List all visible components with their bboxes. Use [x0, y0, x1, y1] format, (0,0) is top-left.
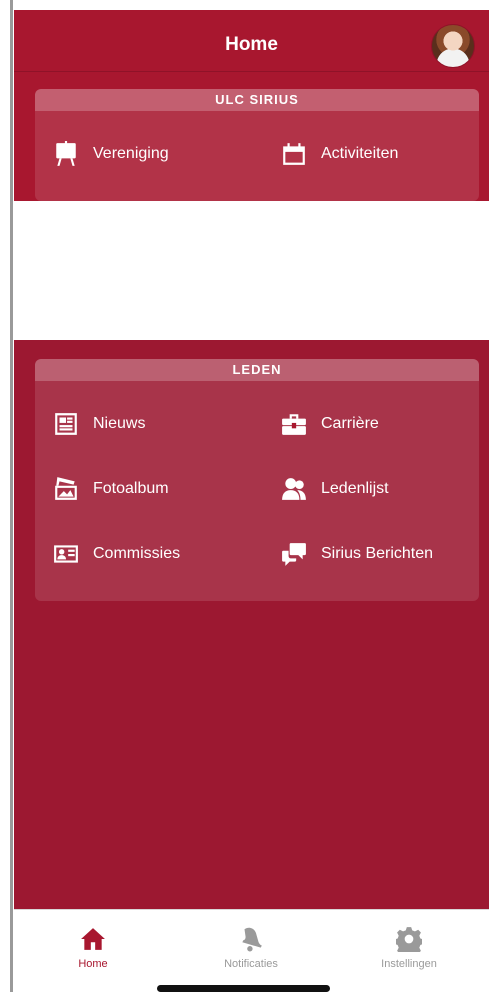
menu-item-nieuws[interactable]: Nieuws	[51, 409, 145, 439]
section-leden: LEDEN Nieuws Carrière Fotoalbum Ledenlij…	[35, 359, 479, 601]
menu-item-fotoalbum[interactable]: Fotoalbum	[51, 474, 169, 504]
chat-bubbles-icon	[279, 539, 309, 569]
menu-item-commissies[interactable]: Commissies	[51, 539, 180, 569]
avatar[interactable]	[431, 24, 475, 68]
banner-area	[14, 201, 489, 340]
window-edge	[0, 0, 13, 992]
home-icon	[81, 928, 105, 950]
tab-label: Instellingen	[381, 958, 437, 970]
menu-item-label: Activiteiten	[321, 145, 399, 162]
menu-item-label: Vereniging	[93, 145, 169, 162]
section-title: LEDEN	[35, 359, 479, 381]
menu-item-label: Commissies	[93, 545, 181, 562]
navigation-bar: Home	[14, 10, 489, 72]
home-indicator	[157, 985, 330, 992]
menu-item-sirius-berichten[interactable]: Sirius Berichten	[279, 539, 433, 569]
briefcase-icon	[279, 409, 309, 439]
status-bar	[14, 0, 489, 10]
menu-item-ledenlijst[interactable]: Ledenlijst	[279, 474, 389, 504]
section-ulc-sirius: ULC SIRIUS Vereniging Activiteiten	[35, 89, 479, 201]
menu-item-label: Carrière	[321, 415, 379, 432]
menu-item-label: Fotoalbum	[93, 480, 169, 497]
tab-home[interactable]: Home	[14, 910, 172, 970]
menu-item-vereniging[interactable]: Vereniging	[51, 139, 169, 169]
newspaper-icon	[51, 409, 81, 439]
tab-label: Notificaties	[224, 958, 278, 970]
tab-label: Home	[78, 958, 108, 970]
easel-icon	[51, 139, 81, 169]
menu-item-label: Ledenlijst	[321, 480, 389, 497]
gear-icon	[396, 927, 422, 952]
tab-notificaties[interactable]: Notificaties	[172, 910, 330, 970]
tab-instellingen[interactable]: Instellingen	[330, 910, 488, 970]
menu-item-activiteiten[interactable]: Activiteiten	[279, 139, 398, 169]
tab-bar: Home Notificaties Instellingen	[14, 909, 489, 993]
bell-icon	[242, 927, 262, 952]
photo-album-icon	[51, 474, 81, 504]
section-title: ULC SIRIUS	[35, 89, 479, 111]
page-title: Home	[225, 34, 278, 55]
menu-item-label: Sirius Berichten	[321, 545, 434, 562]
menu-item-carriere[interactable]: Carrière	[279, 409, 379, 439]
calendar-icon	[279, 139, 309, 169]
menu-item-label: Nieuws	[93, 415, 146, 432]
users-icon	[279, 474, 309, 504]
app-screen: Home ULC SIRIUS Vereniging Activiteiten …	[14, 0, 489, 993]
id-card-icon	[51, 539, 81, 569]
